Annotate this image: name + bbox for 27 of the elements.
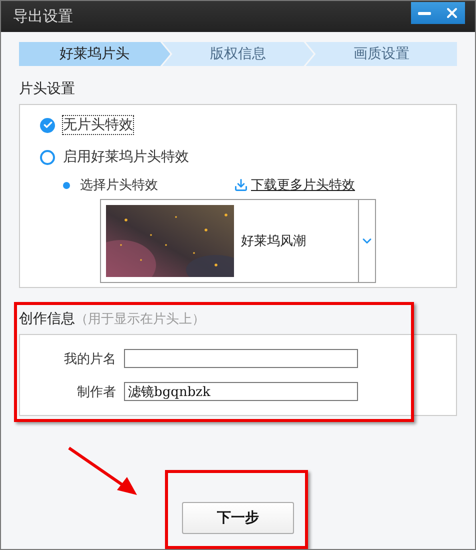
check-icon [42,120,52,130]
step-tab[interactable]: 画质设置 [306,42,457,66]
select-label: 选择片头特效 [80,177,158,194]
input-field[interactable] [124,349,358,368]
bullet-icon [63,182,70,188]
field-label: 制作者 [76,384,116,400]
minimize-icon [418,12,431,14]
minimize-button[interactable] [411,2,438,24]
step-tab[interactable]: 好莱坞片头 [19,42,170,66]
download-link[interactable]: 下载更多片头特效 [251,176,355,194]
step-tab[interactable]: 版权信息 [162,42,314,66]
download-icon [234,178,248,192]
window-title: 导出设置 [13,7,73,26]
annotation-arrow [68,446,137,495]
close-button[interactable] [438,2,465,24]
effect-dropdown[interactable]: 好莱坞风潮 [100,199,376,283]
option-label[interactable]: 无片头特效 [63,116,133,134]
effect-name: 好莱坞风潮 [241,233,306,250]
section-heading: 片头设置 [19,80,75,98]
radio-button[interactable] [40,118,55,132]
option-label[interactable]: 启用好莱坞片头特效 [63,148,189,166]
field-label: 我的片名 [63,350,116,368]
input-field[interactable]: 滤镜bgqnbzk [124,382,358,401]
radio-button[interactable] [40,150,55,164]
heading-note: （用于显示在片头上） [75,311,205,328]
section-heading: 创作信息 [19,310,75,328]
next-button[interactable]: 下一步 [182,502,294,534]
